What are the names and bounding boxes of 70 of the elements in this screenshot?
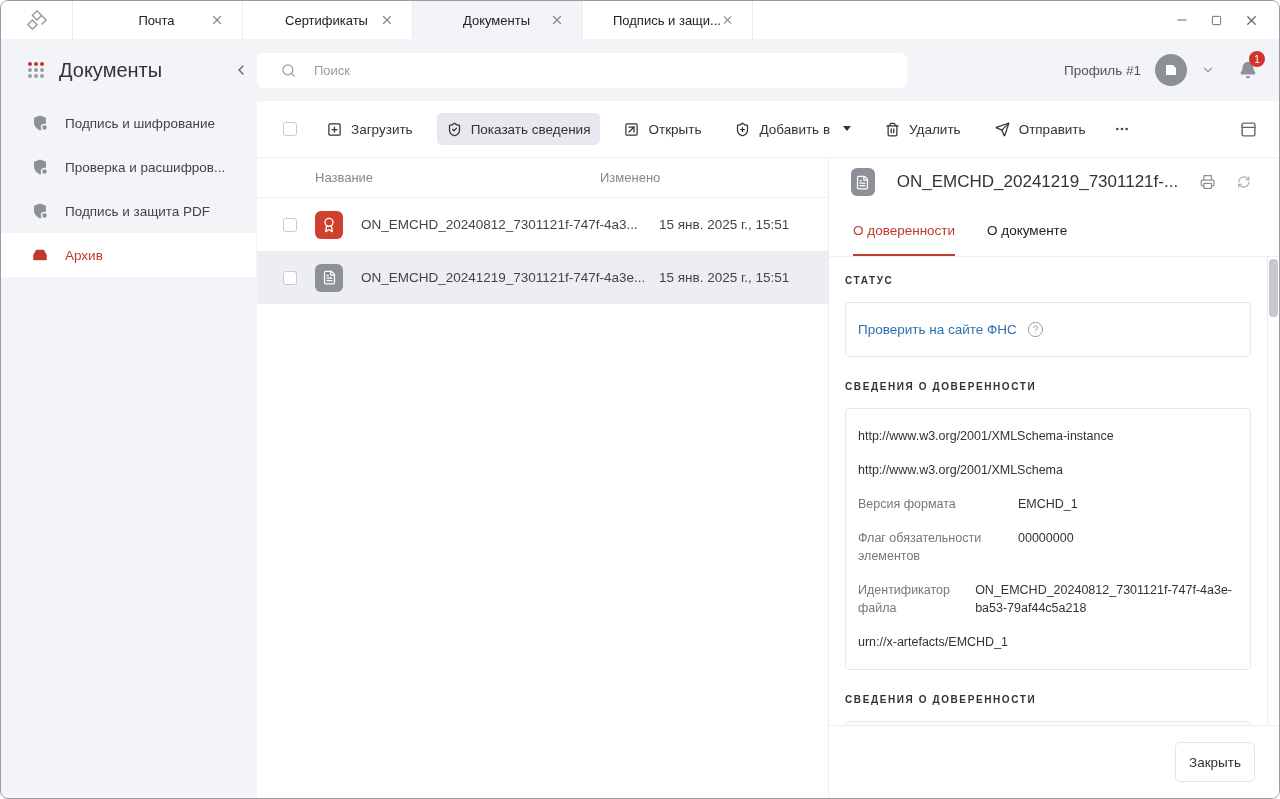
print-icon[interactable] <box>1200 173 1216 191</box>
toolbar-button[interactable]: Показать сведения <box>436 113 601 145</box>
section-heading: СВЕДЕНИЯ О ДОВЕРЕННОСТИ <box>845 381 1038 392</box>
tab[interactable]: Документы <box>413 1 583 39</box>
search-icon <box>281 62 296 78</box>
field-value: ON_EMCHD_20240812_7301121f-747f-4a3e-ba53-79af44c5a218 <box>975 582 1233 617</box>
detail-title: ON_EMCHD_20241219_7301121f-... <box>896 172 1179 192</box>
checkbox[interactable] <box>283 270 297 285</box>
section-heading: СВЕДЕНИЯ О ДОВЕРЕННОСТИ <box>845 694 1038 705</box>
inbox-icon <box>31 246 49 264</box>
shield-icon <box>31 114 49 132</box>
table-cell-text: ON_EMCHD_20241219_7301121f-747f-4a3e... <box>361 270 647 285</box>
send-icon <box>994 121 1010 137</box>
scrollbar-thumb[interactable] <box>1269 259 1278 317</box>
field-text: urn://x-artefacts/EMCHD_1 <box>858 634 1010 651</box>
field-label: Флаг обязательности элементов <box>858 530 983 565</box>
toolbar-button[interactable]: Отправить <box>984 113 1096 145</box>
logo-icon <box>25 9 48 31</box>
close-button[interactable]: Закрыть <box>1175 742 1255 782</box>
sidebar-item[interactable]: Проверка и расшифров... <box>1 145 256 189</box>
close-icon[interactable] <box>210 13 224 27</box>
sidebar-item[interactable]: Подпись и шифрование <box>1 101 256 145</box>
sidebar-title: Документы <box>59 58 164 82</box>
panel-icon[interactable] <box>1240 120 1257 138</box>
section-heading: СТАТУС <box>845 275 895 286</box>
close-icon[interactable] <box>380 13 394 27</box>
toolbar-button[interactable]: Удалить <box>875 113 971 145</box>
sidebar-item[interactable]: Архив <box>1 233 256 277</box>
trash-icon <box>885 121 901 137</box>
shield-icon <box>31 158 49 176</box>
column-header: Изменено <box>600 170 661 185</box>
avatar[interactable] <box>1155 54 1187 86</box>
bell-icon[interactable] <box>1239 61 1257 79</box>
table-cell-text: ON_EMCHD_20240812_7301121f-747f-4a3... <box>361 217 639 232</box>
toolbar-button[interactable]: Добавить в <box>725 113 862 145</box>
close-icon[interactable] <box>550 13 564 27</box>
document-icon <box>851 168 875 196</box>
table-row[interactable]: ON_EMCHD_20241219_7301121f-747f-4a3e... 15 янв. 2025 г., 15:51 <box>257 251 828 304</box>
field-value: 00000000 <box>1018 530 1074 547</box>
tab[interactable]: О документе <box>987 206 1068 256</box>
notification-badge: 1 <box>1249 51 1265 67</box>
toolbar-button[interactable]: Открыть <box>614 113 712 145</box>
arrow-square-icon <box>624 121 640 137</box>
fns-link[interactable]: Проверить на сайте ФНС <box>858 322 1017 337</box>
sidebar-item[interactable]: Подпись и защита PDF <box>1 189 256 233</box>
checkbox[interactable] <box>283 217 297 232</box>
table-cell: 15 янв. 2025 г., 15:51 <box>659 270 790 285</box>
document-icon <box>315 263 343 292</box>
shield-icon <box>31 202 49 220</box>
table-cell: 15 янв. 2025 г., 15:51 <box>659 217 790 232</box>
maximize-icon[interactable] <box>1211 14 1222 26</box>
refresh-icon[interactable] <box>1237 174 1251 190</box>
search-field[interactable]: Поиск <box>257 52 907 88</box>
field-value: EMCHD_1 <box>1018 496 1078 513</box>
plus-square-icon <box>327 121 342 137</box>
toolbar-button[interactable]: Загрузить <box>317 113 423 145</box>
tab[interactable]: О доверенности <box>853 206 956 256</box>
column-header: Название <box>314 170 375 185</box>
help-icon[interactable] <box>1026 321 1044 338</box>
field-label: Версия формата <box>858 496 957 513</box>
field-text: http://www.w3.org/2001/XMLSchema-instance <box>858 428 1115 445</box>
profile-name: Профиль #1 <box>1063 62 1141 78</box>
field-label: Идентификатор файла <box>858 582 952 617</box>
shield-icon <box>446 121 462 137</box>
caret-icon <box>843 126 852 132</box>
field-text: http://www.w3.org/2001/XMLSchema <box>858 462 1064 479</box>
grid-icon[interactable] <box>27 61 45 79</box>
award-icon <box>315 210 343 239</box>
shield-plus-icon <box>735 121 751 137</box>
checkbox[interactable] <box>283 122 297 136</box>
